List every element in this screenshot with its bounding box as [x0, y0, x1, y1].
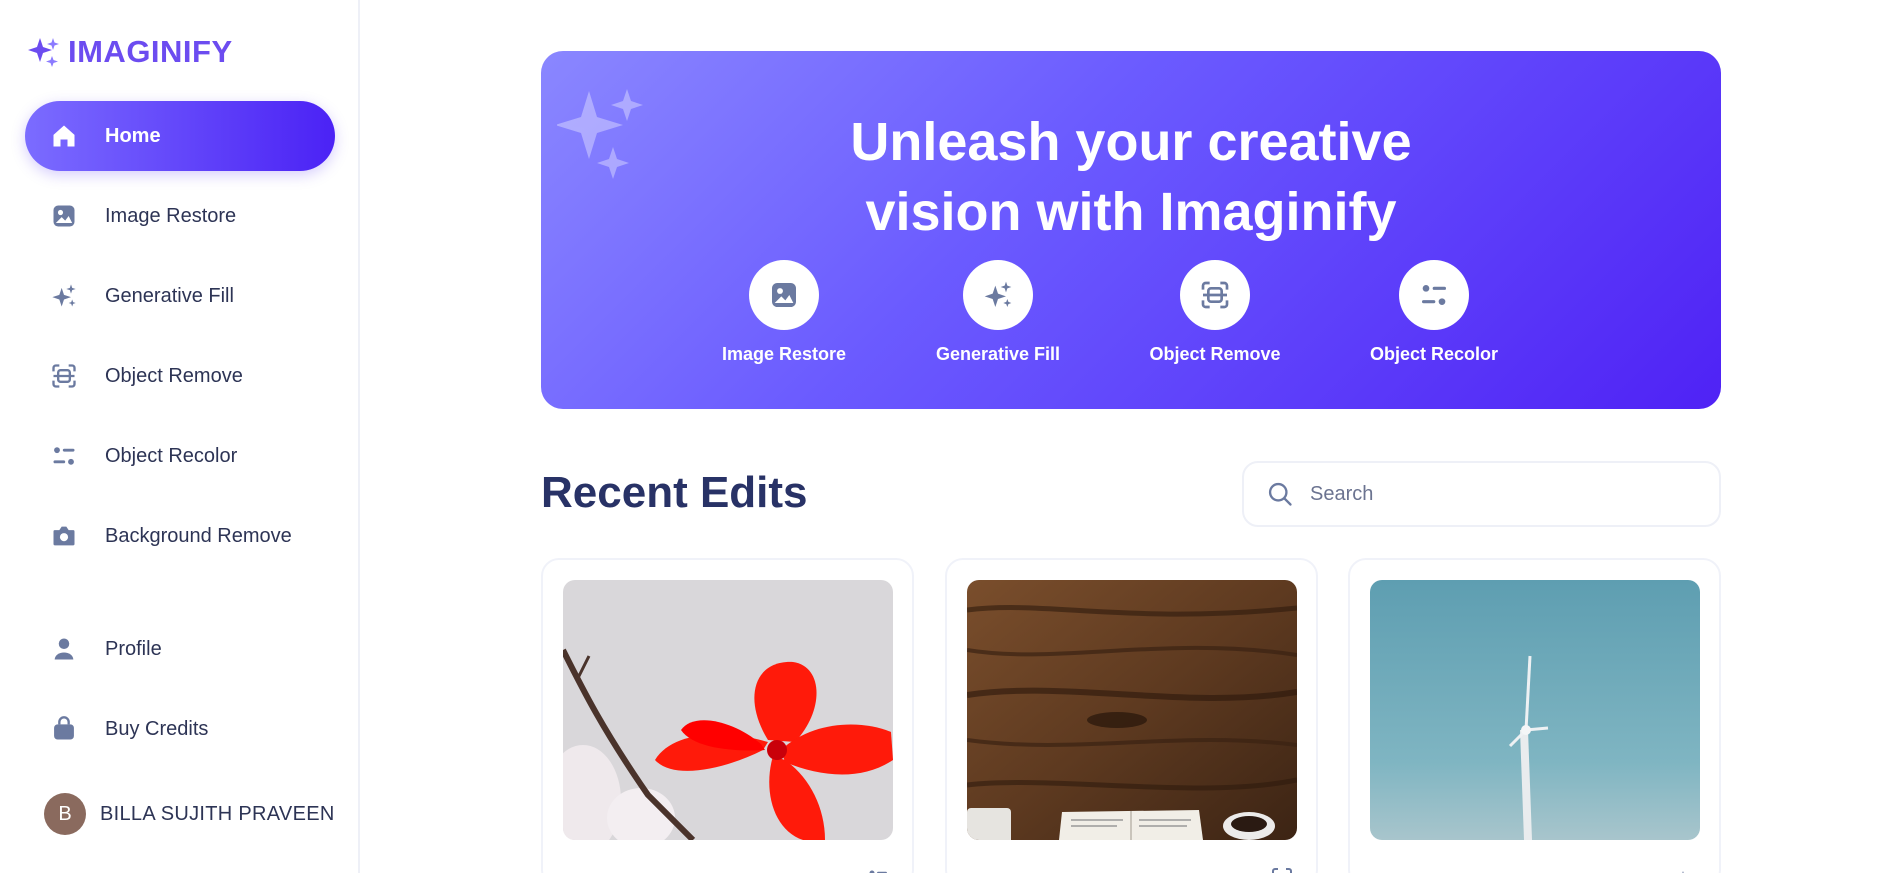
sidebar-item-label: Profile	[105, 637, 162, 660]
sidebar-item-object-remove[interactable]: Object Remove	[25, 341, 335, 411]
sidebar-item-label: Buy Credits	[105, 717, 209, 740]
sidebar-item-label: Background Remove	[105, 524, 292, 547]
recent-edit-card[interactable]	[1348, 558, 1721, 873]
recent-edit-card[interactable]	[945, 558, 1318, 873]
search-input[interactable]	[1310, 482, 1690, 506]
avatar[interactable]: B	[44, 793, 86, 835]
sidebar-item-buy-credits[interactable]: Buy Credits	[25, 694, 335, 764]
sidebar-item-label: Object Recolor	[105, 444, 238, 467]
scan-icon	[1272, 868, 1292, 873]
sidebar-nav: Home Image Restore Generative Fill Objec…	[25, 101, 335, 581]
wooden-table-photo[interactable]	[967, 580, 1297, 840]
filter-icon	[1422, 285, 1446, 305]
sidebar-item-label: Object Remove	[105, 364, 243, 387]
wind-turbine-photo[interactable]	[1370, 580, 1700, 840]
tool-icon-circle[interactable]	[1180, 260, 1250, 330]
sidebar-item-label: Generative Fill	[105, 284, 234, 307]
recent-edits-title: Recent Edits	[541, 468, 808, 517]
app-name: IMAGINIFY	[68, 34, 233, 69]
stars-icon	[47, 279, 81, 313]
sidebar-item-profile[interactable]: Profile	[25, 614, 335, 684]
image-icon	[47, 199, 81, 233]
search-icon	[1268, 482, 1292, 506]
tool-label: Image Restore	[721, 344, 847, 364]
recent-edit-card[interactable]	[541, 558, 914, 873]
sidebar-item-object-recolor[interactable]: Object Recolor	[25, 421, 335, 491]
hero-title-line-1: Unleash your creative	[850, 112, 1412, 172]
logo-stars-icon	[28, 38, 59, 67]
user-profile[interactable]: B BILLA SUJITH PRAVEEN	[44, 793, 335, 835]
home-icon	[47, 119, 81, 153]
hero-tool-image-restore[interactable]: Image Restore	[694, 260, 874, 365]
app-logo[interactable]: IMAGINIFY	[26, 34, 233, 70]
sidebar-item-image-restore[interactable]: Image Restore	[25, 181, 335, 251]
tool-icon-circle[interactable]	[749, 260, 819, 330]
image-icon	[772, 283, 796, 307]
hero-title: Unleash your creative vision with Imagin…	[541, 107, 1721, 247]
stars-icon	[1682, 871, 1684, 873]
sidebar-item-home[interactable]: Home	[25, 101, 335, 171]
hero-tool-object-remove[interactable]: Object Remove	[1125, 260, 1305, 365]
filter-icon	[869, 870, 887, 873]
scan-icon	[47, 359, 81, 393]
hero-tool-object-recolor[interactable]: Object Recolor	[1344, 260, 1524, 365]
hero-banner: Unleash your creative vision with Imagin…	[541, 51, 1721, 409]
user-name: BILLA SUJITH PRAVEEN	[100, 802, 335, 825]
sidebar-secondary-nav: Profile Buy Credits	[25, 614, 335, 774]
sidebar-item-background-remove[interactable]: Background Remove	[25, 501, 335, 571]
tool-label: Object Recolor	[1369, 344, 1499, 364]
stars-icon	[984, 281, 1012, 307]
sidebar-item-label: Home	[105, 124, 161, 147]
camera-icon	[47, 519, 81, 553]
hero-title-line-2: vision with Imaginify	[865, 182, 1397, 242]
sidebar-item-label: Image Restore	[105, 204, 237, 227]
tool-icon-circle[interactable]	[1399, 260, 1469, 330]
hero-tool-generative-fill[interactable]: Generative Fill	[908, 260, 1088, 365]
tool-label: Generative Fill	[935, 344, 1061, 364]
scan-icon	[1201, 281, 1229, 309]
sidebar-item-generative-fill[interactable]: Generative Fill	[25, 261, 335, 331]
sidebar: IMAGINIFY Home Image Restore Generative …	[0, 0, 360, 873]
search-box[interactable]	[1242, 461, 1721, 527]
bag-icon	[47, 712, 81, 746]
red-flower-photo[interactable]	[563, 580, 893, 840]
user-icon	[47, 632, 81, 666]
tool-label: Object Remove	[1149, 344, 1281, 364]
filter-icon	[47, 439, 81, 473]
tool-icon-circle[interactable]	[963, 260, 1033, 330]
